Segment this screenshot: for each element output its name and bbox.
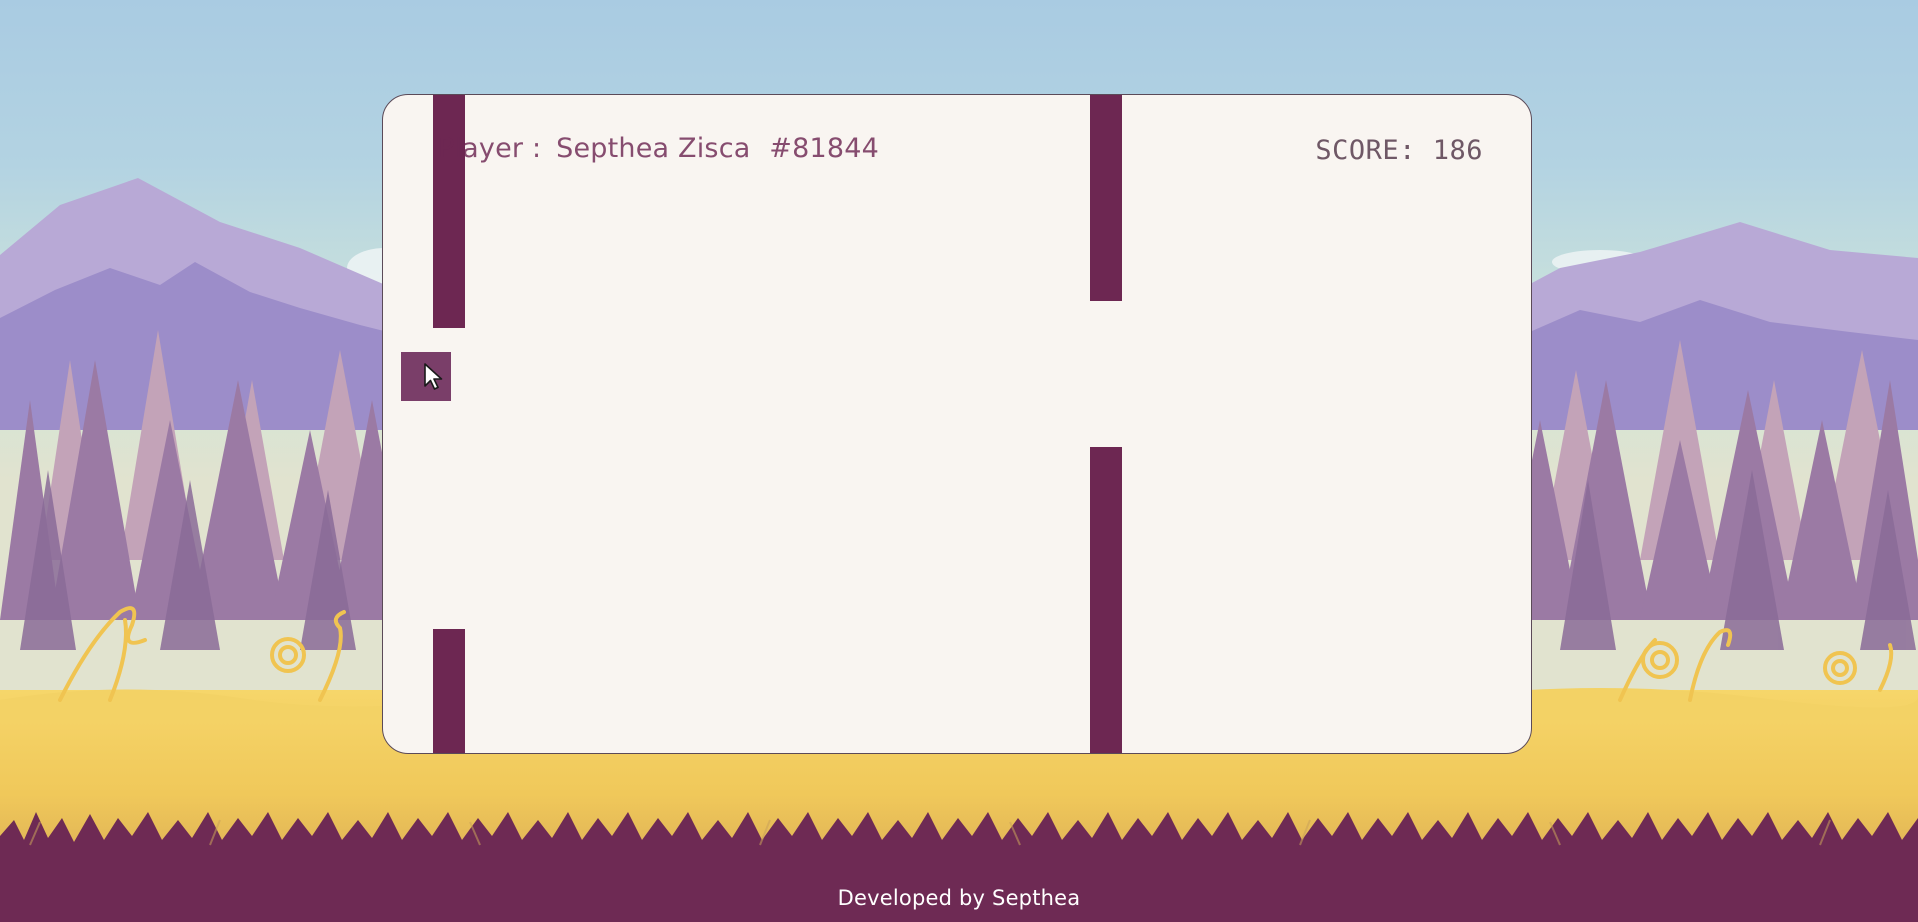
pipe-top-2	[1090, 95, 1122, 301]
pipe-bottom-2	[1090, 447, 1122, 753]
game-board[interactable]: Player : Septhea Zisca #81844 SCORE: 186	[382, 94, 1532, 754]
score-label: SCORE:	[1315, 135, 1416, 166]
pipe-bottom-1	[433, 629, 465, 753]
player-prefix: Player :	[438, 133, 542, 164]
pipe-top-1	[433, 95, 465, 328]
footer-credit: Developed by Septhea	[837, 886, 1081, 910]
score-value: 186	[1432, 135, 1483, 166]
player-label: Player : Septhea Zisca #81844	[438, 133, 879, 164]
player-name: Septhea Zisca	[556, 133, 751, 164]
footer: Developed by Septhea	[0, 874, 1918, 922]
player-id: #81844	[769, 133, 880, 164]
mouse-pointer-icon	[424, 363, 443, 390]
game-scene: Player : Septhea Zisca #81844 SCORE: 186…	[0, 0, 1918, 922]
score-display: SCORE: 186	[1315, 135, 1483, 166]
